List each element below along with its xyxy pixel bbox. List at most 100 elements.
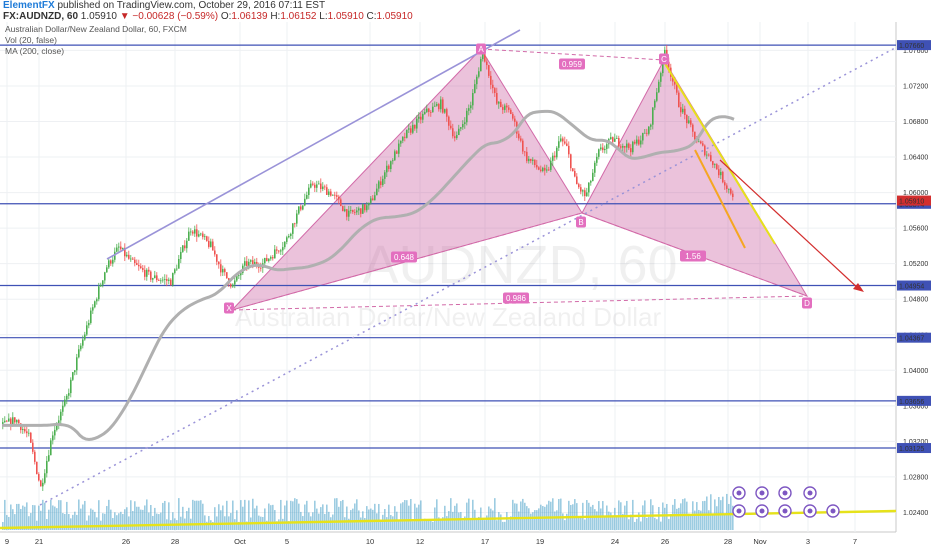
watermark-name: Australian Dollar/New Zealand Dollar — [235, 302, 662, 332]
candle-body — [536, 165, 538, 168]
candle-body — [48, 455, 50, 461]
candle-body — [208, 240, 210, 247]
candle-body — [162, 279, 164, 281]
candle-body — [374, 195, 376, 201]
candle-body — [346, 209, 348, 217]
candle-body — [62, 405, 64, 412]
candle-body — [410, 128, 412, 133]
volume-bar — [44, 502, 46, 530]
time-tick-label: 21 — [35, 537, 43, 546]
candle-body — [460, 127, 462, 129]
candle-body — [92, 307, 94, 311]
volume-bar — [418, 504, 420, 530]
candle-body — [544, 167, 546, 171]
chart[interactable]: AUDNZD, 60 Australian Dollar/New Zealand… — [0, 0, 932, 550]
volume-bar — [256, 505, 258, 530]
volume-bar — [556, 510, 558, 530]
volume-bar — [242, 506, 244, 530]
legend-volume[interactable]: Vol (20, false) — [5, 35, 57, 45]
header-line-2: FX:AUDNZD, 60 1.05910 ▼ −0.00628 (−0.59%… — [3, 11, 413, 22]
candle-body — [180, 251, 182, 260]
candle-body — [414, 124, 416, 129]
volume-bar — [300, 511, 302, 530]
candle-body — [312, 183, 314, 185]
volume-bar — [524, 502, 526, 530]
level-label-text: 1.04367 — [899, 336, 924, 343]
price-tick-label: 1.06400 — [903, 155, 928, 162]
legend-title[interactable]: Australian Dollar/New Zealand Dollar, 60… — [5, 24, 187, 34]
author-name[interactable]: ElementFX — [3, 0, 55, 11]
candle-body — [286, 237, 288, 242]
pattern-point-label-d[interactable]: D — [804, 299, 810, 308]
event-icon-dot — [782, 490, 788, 496]
volume-bar — [412, 521, 414, 530]
volume-bar — [344, 517, 346, 530]
volume-bar — [354, 503, 356, 530]
pattern-ratio-label[interactable]: 1.56 — [685, 252, 701, 261]
candle-body — [720, 171, 722, 176]
candle-body — [26, 431, 28, 434]
volume-bar — [194, 500, 196, 530]
pattern-point-label-x[interactable]: X — [226, 304, 232, 313]
volume-bar — [398, 520, 400, 530]
volume-bar — [456, 503, 458, 530]
volume-bar — [560, 498, 562, 530]
candle-body — [40, 480, 42, 487]
volume-bar — [446, 516, 448, 530]
down-arrow-icon: ▼ — [119, 11, 130, 22]
candle-body — [372, 198, 374, 201]
candle-body — [366, 205, 368, 211]
pattern-ratio-label[interactable]: 0.959 — [562, 60, 583, 69]
price-tick-label: 1.06800 — [903, 119, 928, 126]
candle-body — [568, 145, 570, 155]
candle-body — [280, 250, 282, 252]
symbol-label: FX:AUDNZD, 60 — [3, 11, 79, 22]
candle-body — [542, 167, 544, 171]
time-tick-label: 17 — [481, 537, 489, 546]
price-tick-label: 1.05200 — [903, 261, 928, 268]
volume-bar — [712, 514, 714, 530]
volume-bar — [204, 515, 206, 530]
candle-body — [546, 169, 548, 171]
volume-bar — [652, 505, 654, 530]
volume-bar — [264, 508, 266, 530]
candle-body — [134, 259, 136, 264]
volume-bar — [678, 507, 680, 530]
candle-body — [300, 206, 302, 210]
legend-ma[interactable]: MA (200, close) — [5, 46, 64, 56]
volume-bar — [538, 508, 540, 530]
high-label: H: — [270, 11, 281, 22]
candle-body — [506, 105, 508, 108]
volume-bar — [584, 519, 586, 530]
pattern-ratio-label[interactable]: 0.648 — [394, 253, 415, 262]
volume-bar — [102, 513, 104, 530]
volume-bar — [558, 499, 560, 530]
pattern-point-label-a[interactable]: A — [478, 45, 484, 54]
candle-body — [524, 151, 526, 153]
volume-bar — [656, 519, 658, 530]
volume-bar — [476, 519, 478, 530]
candle-body — [702, 143, 704, 146]
candle-body — [458, 128, 460, 136]
candle-body — [476, 76, 478, 85]
candle-body — [408, 128, 410, 130]
candle-body — [406, 129, 408, 138]
candle-body — [116, 247, 118, 252]
candle-body — [686, 114, 688, 124]
candle-body — [344, 209, 346, 212]
candle-body — [508, 107, 510, 110]
volume-bar — [606, 505, 608, 530]
pattern-point-label-c[interactable]: C — [661, 55, 667, 64]
volume-bar — [430, 519, 432, 530]
volume-bar — [450, 498, 452, 530]
candle-body — [6, 420, 8, 422]
pattern-point-label-b[interactable]: B — [578, 218, 583, 227]
volume-bar — [394, 506, 396, 530]
candle-body — [354, 211, 356, 213]
candle-body — [558, 141, 560, 148]
candle-body — [432, 106, 434, 113]
candle-body — [418, 116, 420, 119]
candle-body — [330, 191, 332, 196]
volume-bar — [522, 498, 524, 530]
pattern-ratio-label[interactable]: 0.986 — [506, 294, 527, 303]
